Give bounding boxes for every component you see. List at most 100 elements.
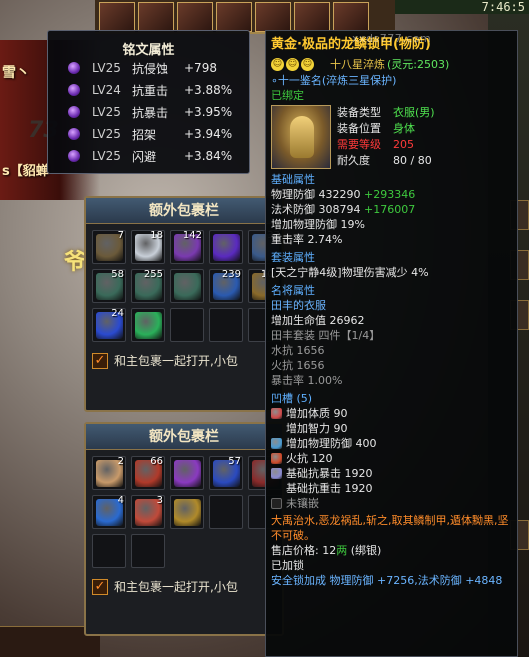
fire-resist: 火抗 1656 (271, 359, 325, 372)
top-slot[interactable] (294, 2, 330, 32)
bag-slot[interactable]: 239 (209, 269, 243, 303)
bag-slot[interactable] (131, 308, 165, 342)
spirit-value: (灵元:2503) (387, 57, 450, 71)
inscription-row: LV25 抗侵蚀 +798 (48, 57, 249, 79)
bag-footer: ✓ 和主包裹一起打开,小包 (86, 348, 282, 373)
inscription-value: +3.94% (184, 127, 233, 141)
bag-slot[interactable]: 2 (92, 456, 126, 490)
inscription-value: +798 (184, 61, 217, 75)
equip-pos-value: 身体 (393, 122, 415, 135)
scene-guild-name: s【貂蝉 (2, 164, 49, 179)
bag-slot[interactable] (170, 456, 204, 490)
bag-slot[interactable]: 7 (92, 230, 126, 264)
top-slot[interactable] (177, 2, 213, 32)
armor-portrait-icon (271, 105, 331, 169)
bag-slot[interactable] (209, 230, 243, 264)
inscription-level: LV24 (92, 83, 121, 97)
inscription-name: 抗侵蚀 (132, 61, 169, 76)
top-slot[interactable] (333, 2, 369, 32)
inscription-gem-icon (68, 62, 80, 74)
bag-slot[interactable] (170, 495, 204, 529)
socket-row: 火抗 120 (271, 451, 512, 466)
item-count: 7 (117, 230, 124, 241)
bag-slot[interactable]: 58 (92, 269, 126, 303)
inscription-row: LV25 招架 +3.94% (48, 123, 249, 145)
bag-slot[interactable]: 24 (92, 308, 126, 342)
magic-def-row: 法术防御 308794 +176007 (271, 202, 512, 217)
durability-value: 80 / 80 (393, 154, 432, 167)
open-with-main-checkbox[interactable]: ✓ (92, 578, 108, 595)
bag-footer-label: 和主包裹一起打开,小包 (114, 354, 238, 368)
phys-def-row: 物理防御 432290 +293346 (271, 187, 512, 202)
empty-socket-icon (271, 498, 282, 509)
item-count: 2 (117, 456, 124, 467)
equip-pos-label: 装备位置 (337, 122, 381, 135)
phys-def-pct: 增加物理防御 19% (271, 218, 365, 231)
bag-slot[interactable]: 18 (131, 230, 165, 264)
bag-slot[interactable]: 142 (170, 230, 204, 264)
sell-price: 售店价格: 12两 (绑银) (271, 543, 512, 558)
item-tooltip: 黄金·极品的龙鳞锁甲(物防) ☺ ☺ ☺ 十八星淬炼 (灵元:2503) ∘十一… (265, 30, 518, 657)
open-with-main-checkbox[interactable]: ✓ (92, 352, 108, 369)
item-count: 3 (156, 495, 163, 506)
bag-title: 额外包裹栏 (86, 424, 282, 450)
top-slot[interactable] (99, 2, 135, 32)
unembedded-label: 未镶嵌 (286, 497, 319, 510)
set-parts: 田丰套装 四件【1/4】 (271, 329, 381, 342)
bag-slot[interactable]: 66 (131, 456, 165, 490)
item-count: 4 (117, 495, 124, 506)
inscription-gem-icon (68, 106, 80, 118)
top-slot[interactable] (255, 2, 291, 32)
extra-bag-panel: 额外包裹栏 2 66 57 4 3 ✓ 和主包裹一起打开,小包 (84, 422, 284, 636)
refine-status: ∘十一鉴名(淬炼三星保护) (271, 74, 397, 87)
inscription-level: LV25 (92, 61, 121, 75)
scene-glyph: 爷 (64, 250, 87, 275)
item-count: 58 (111, 269, 124, 280)
equip-type-value: 衣服(男) (393, 106, 435, 119)
bag-slot[interactable]: 4 (92, 495, 126, 529)
inscription-tooltip: 铭文属性 LV25 抗侵蚀 +798 LV24 抗重击 +3.88% LV25 抗暴击 +3.9… (47, 30, 250, 174)
smiley-icon: ☺ (301, 57, 314, 71)
socket-row: 增加智力 90 (271, 421, 512, 436)
set-attr-title: 套装属性 (271, 251, 315, 264)
item-count: 239 (221, 269, 241, 280)
bag-slot[interactable] (209, 308, 243, 342)
magic-def: 法术防御 308794 (271, 203, 361, 216)
durability-label: 耐久度 (337, 154, 370, 167)
bag-slot[interactable]: 3 (131, 495, 165, 529)
socket-row: 增加体质 90 (271, 406, 512, 421)
crystal-icon (174, 460, 201, 487)
heavy-hit-rate: 重击率 2.74% (271, 233, 343, 246)
gem-icon (271, 468, 282, 479)
bag-slot[interactable] (170, 308, 204, 342)
top-slot[interactable] (138, 2, 174, 32)
bag-slot[interactable]: 57 (209, 456, 243, 490)
gem-icon (271, 453, 282, 464)
item-count: 24 (111, 308, 124, 319)
inscription-name: 抗暴击 (132, 105, 169, 120)
price-unit: 两 (336, 544, 348, 557)
gem-icon (271, 438, 282, 449)
top-slot[interactable] (216, 2, 252, 32)
bag-slot[interactable] (92, 534, 126, 568)
bound-status: 已绑定 (271, 89, 304, 102)
extra-bag-panel: 额外包裹栏 718142375825523910024 ✓ 和主包裹一起打开,小… (84, 196, 284, 412)
bag-slot[interactable] (170, 269, 204, 303)
price-bind: (绑银) (350, 544, 382, 557)
item-rating-row: ☺ ☺ ☺ 十八星淬炼 (灵元:2503) (271, 55, 512, 73)
inscription-row: LV25 抗暴击 +3.95% (48, 101, 249, 123)
socket-bonus: 增加智力 90 (286, 422, 348, 435)
refine-status-text: 十一鉴名(淬炼三星保护) (277, 74, 397, 87)
socket-title: 凹槽 (5) (271, 392, 313, 405)
chest-icon (174, 499, 201, 526)
inscription-level: LV25 (92, 105, 121, 119)
inscription-level: LV25 (92, 127, 121, 141)
bag-slot[interactable] (209, 495, 243, 529)
game-clock: 7:46:5 (395, 0, 529, 14)
inscription-gem-icon (68, 128, 80, 140)
exchange-token-icon (174, 273, 201, 300)
bag-slot[interactable] (131, 534, 165, 568)
inscription-name: 抗重击 (132, 83, 169, 98)
bag-slot[interactable]: 255 (131, 269, 165, 303)
scene-player-name: 雪丶 (2, 65, 30, 81)
